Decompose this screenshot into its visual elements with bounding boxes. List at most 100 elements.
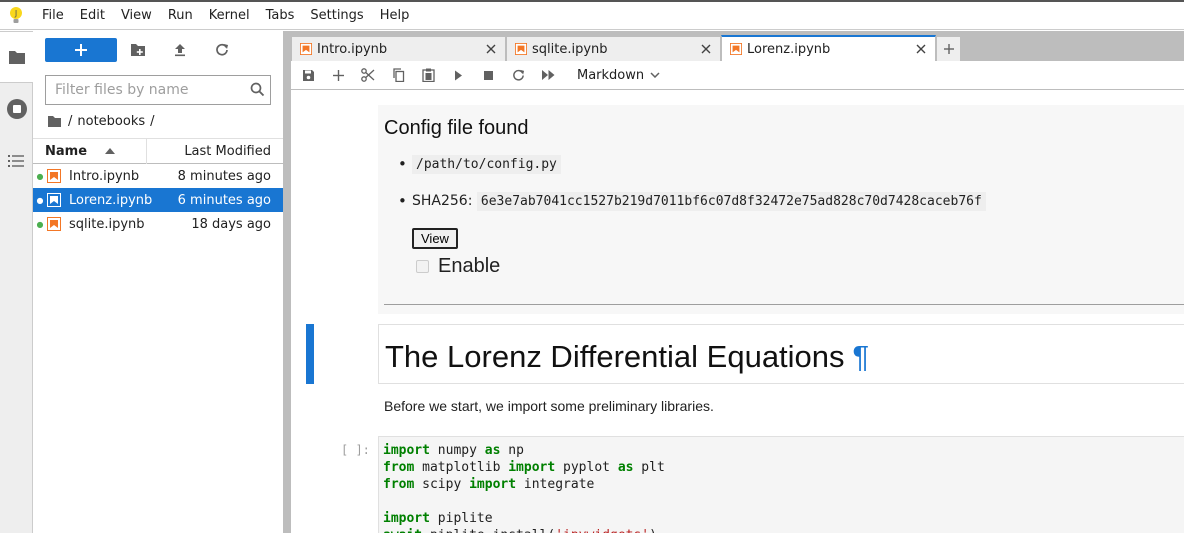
code-keyword: import <box>508 460 556 475</box>
panel-splitter[interactable] <box>283 31 291 533</box>
close-icon[interactable] <box>907 44 935 54</box>
code-token: numpy <box>429 443 485 458</box>
interrupt-button[interactable] <box>473 63 503 87</box>
last-modified-column-header[interactable]: Last Modified <box>147 144 283 159</box>
new-launcher-button[interactable] <box>45 38 117 62</box>
code-cell-editor[interactable]: import numpy as np from matplotlib import… <box>378 436 1184 533</box>
breadcrumb: / notebooks / <box>47 111 155 131</box>
insert-cell-button[interactable] <box>323 63 353 87</box>
code-token: matplotlib <box>414 460 509 475</box>
file-row-lorenz[interactable]: ● Lorenz.ipynb 6 minutes ago <box>33 188 283 212</box>
running-sessions-tab[interactable] <box>0 83 33 135</box>
file-row-intro[interactable]: ● Intro.ipynb 8 minutes ago <box>33 164 283 188</box>
file-modified: 8 minutes ago <box>177 168 271 184</box>
tab-label: Lorenz.ipynb <box>747 41 831 57</box>
sort-ascending-icon <box>105 148 116 154</box>
cut-button[interactable] <box>353 63 383 87</box>
menu-kernel[interactable]: Kernel <box>201 2 258 30</box>
filter-files-input[interactable] <box>46 76 242 104</box>
activity-bar <box>0 31 33 533</box>
menu-tabs[interactable]: Tabs <box>258 2 303 30</box>
new-folder-icon <box>131 44 145 56</box>
add-tab-button[interactable] <box>936 36 961 61</box>
enable-label: Enable <box>438 255 501 277</box>
notebook-panel: Config file found /path/to/config.py SHA… <box>291 91 1184 533</box>
plus-icon <box>332 69 344 81</box>
tab-lorenz[interactable]: Lorenz.ipynb <box>721 35 936 61</box>
enable-checkbox[interactable] <box>416 260 429 273</box>
list-icon <box>7 155 24 167</box>
breadcrumb-notebooks[interactable]: notebooks <box>77 114 145 129</box>
menu-edit[interactable]: Edit <box>72 2 113 30</box>
anchor-link[interactable]: ¶ <box>853 339 870 374</box>
close-icon[interactable] <box>692 44 720 54</box>
file-browser-toolbar <box>45 38 243 62</box>
jupyter-logo-icon: J <box>0 2 32 30</box>
upload-button[interactable] <box>159 38 201 62</box>
upload-icon <box>175 44 185 57</box>
menu-help[interactable]: Help <box>372 2 418 30</box>
running-indicator: ● <box>36 219 44 229</box>
input-prompt: [ ]: <box>341 443 370 457</box>
menu-settings[interactable]: Settings <box>302 2 371 30</box>
menu-bar: J File Edit View Run Kernel Tabs Setting… <box>0 2 1184 30</box>
code-token: plt <box>633 460 665 475</box>
tab-label: Intro.ipynb <box>317 41 388 57</box>
code-token: integrate <box>516 477 595 492</box>
document-tab-bar: Intro.ipynb sqlite.ipynb Lorenz.ipynb <box>291 31 1184 61</box>
paste-button[interactable] <box>413 63 443 87</box>
code-keyword: from <box>383 460 415 475</box>
file-row-sqlite[interactable]: ● sqlite.ipynb 18 days ago <box>33 212 283 236</box>
code-keyword: import <box>383 443 430 458</box>
file-browser-tab[interactable] <box>0 31 33 83</box>
cell-output: Config file found /path/to/config.py SHA… <box>378 105 1184 314</box>
menu-run[interactable]: Run <box>160 2 201 30</box>
code-line: from matplotlib import pyplot as plt <box>383 459 1180 476</box>
code-token: pyplot <box>555 460 618 475</box>
copy-icon <box>392 68 404 82</box>
cell-type-dropdown[interactable]: Markdown <box>577 68 660 83</box>
file-name: Intro.ipynb <box>69 168 140 184</box>
code-token: piplite.install( <box>422 528 555 533</box>
notebook-icon <box>515 43 527 55</box>
tab-sqlite[interactable]: sqlite.ipynb <box>506 36 721 61</box>
code-keyword: from <box>383 477 415 492</box>
fast-forward-icon <box>541 70 554 80</box>
restart-button[interactable] <box>503 63 533 87</box>
table-of-contents-tab[interactable] <box>0 135 33 187</box>
name-column-label: Name <box>45 143 88 159</box>
config-path: /path/to/config.py <box>412 155 561 174</box>
menu-view[interactable]: View <box>113 2 160 30</box>
refresh-button[interactable] <box>201 38 243 62</box>
name-column-header[interactable]: Name <box>33 138 147 164</box>
active-cell-indicator[interactable] <box>306 324 314 384</box>
chevron-down-icon <box>650 72 660 78</box>
folder-icon[interactable] <box>47 115 62 128</box>
new-folder-button[interactable] <box>117 38 159 62</box>
code-token: ) <box>649 528 657 533</box>
restart-run-all-button[interactable] <box>533 63 563 87</box>
copy-button[interactable] <box>383 63 413 87</box>
menu-file[interactable]: File <box>32 2 72 30</box>
code-line: import numpy as np <box>383 442 1180 459</box>
search-icon <box>250 82 265 97</box>
cell-type-label: Markdown <box>577 67 645 83</box>
play-icon <box>454 70 462 80</box>
stop-circle-icon <box>6 99 27 119</box>
enable-checkbox-row[interactable]: Enable <box>416 255 500 278</box>
close-icon[interactable] <box>477 44 505 54</box>
sha-label: SHA256: <box>412 193 473 209</box>
refresh-icon <box>216 43 228 56</box>
run-button[interactable] <box>443 63 473 87</box>
paste-icon <box>421 68 435 82</box>
breadcrumb-separator: / <box>68 113 73 129</box>
view-button[interactable]: View <box>412 228 458 249</box>
markdown-heading: The Lorenz Differential Equations ¶ <box>385 339 869 375</box>
file-modified: 18 days ago <box>191 216 271 232</box>
tab-intro[interactable]: Intro.ipynb <box>291 36 506 61</box>
plus-icon <box>75 44 87 56</box>
markdown-cell[interactable]: The Lorenz Differential Equations ¶ <box>378 324 1184 384</box>
notebook-icon <box>47 217 69 231</box>
save-button[interactable] <box>293 63 323 87</box>
